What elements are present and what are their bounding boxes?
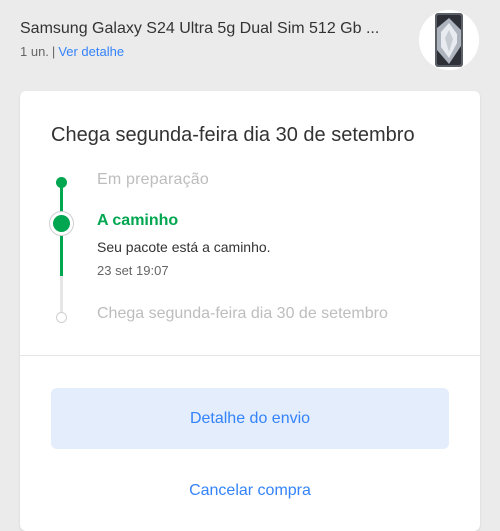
step-done-dot-icon [56, 177, 67, 188]
view-details-link[interactable]: Ver detalhe [58, 44, 124, 59]
product-thumbnail[interactable] [419, 10, 479, 70]
cancel-purchase-button[interactable]: Cancelar compra [51, 471, 449, 511]
step-arrival-label: Chega segunda-feira dia 30 de setembro [97, 305, 388, 322]
step-in-transit-time: 23 set 19:07 [97, 263, 169, 278]
shipment-card: Chega segunda-feira dia 30 de setembro E… [20, 91, 480, 531]
step-pending-dot-icon [56, 312, 67, 323]
product-title[interactable]: Samsung Galaxy S24 Ultra 5g Dual Sim 512… [20, 20, 400, 38]
step-preparing-label: Em preparação [97, 171, 209, 188]
meta-separator: | [51, 44, 56, 59]
product-quantity: 1 un. [20, 44, 49, 59]
product-meta: 1 un. | Ver detalhe [20, 44, 124, 59]
delivery-title: Chega segunda-feira dia 30 de setembro [51, 124, 415, 146]
step-in-transit-label: A caminho [97, 212, 179, 229]
product-header: Samsung Galaxy S24 Ultra 5g Dual Sim 512… [0, 0, 500, 88]
step-in-transit-description: Seu pacote está a caminho. [97, 239, 271, 255]
divider [20, 355, 480, 356]
timeline-pending-line [60, 276, 63, 315]
shipping-details-button[interactable]: Detalhe do envio [51, 388, 449, 449]
step-current-dot-icon [53, 215, 70, 232]
smartphone-image [419, 10, 479, 70]
